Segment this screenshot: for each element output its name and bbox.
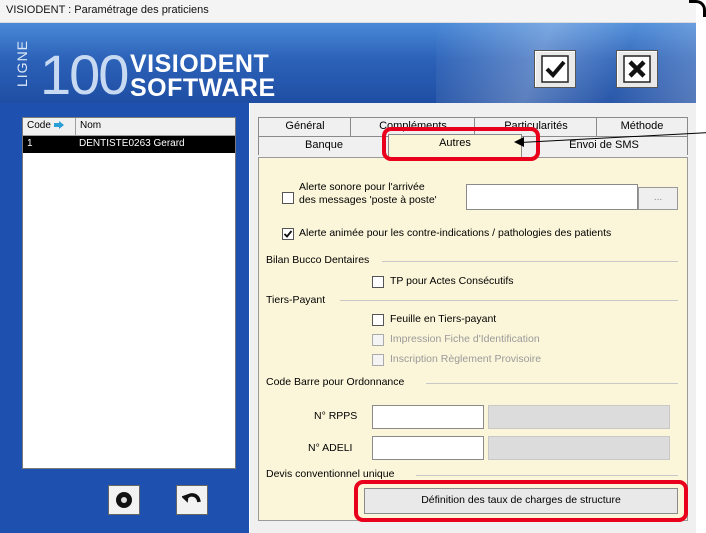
impression-fiche-checkbox: [372, 334, 384, 346]
tiers-group-label: Tiers-Payant: [266, 294, 326, 306]
tab-methode-label: Méthode: [620, 120, 664, 132]
ligne-number: 100: [40, 43, 129, 104]
adeli-input[interactable]: [372, 436, 484, 460]
inscription-reglement-label: Inscription Règlement Provisoire: [390, 353, 542, 365]
list-row[interactable]: 1 DENTISTE0263 Gerard: [23, 136, 235, 153]
feuille-tp-label: Feuille en Tiers-payant: [390, 313, 497, 325]
bilan-group-label: Bilan Bucco Dentaires: [266, 254, 370, 266]
tp-actes-checkbox[interactable]: [372, 276, 384, 288]
sort-icon: [54, 121, 64, 129]
tab-general-label: Général: [285, 120, 325, 132]
brand-line2: SOFTWARE: [130, 74, 276, 102]
close-x-icon: [623, 55, 651, 83]
column-header-nom[interactable]: Nom: [76, 118, 235, 135]
checkmark-icon: [283, 230, 293, 238]
record-button[interactable]: [108, 485, 140, 515]
sound-file-input[interactable]: [466, 184, 638, 210]
ligne-label: LIGNE: [14, 39, 30, 87]
alerte-sonore-label-1: Alerte sonore pour l'arrivée: [299, 181, 425, 193]
ok-button[interactable]: [534, 50, 576, 88]
adeli-barcode-area: [488, 436, 670, 460]
column-code-label: Code: [27, 120, 51, 131]
rpps-input[interactable]: [372, 405, 484, 429]
undo-icon: [182, 493, 201, 503]
browse-button[interactable]: ...: [638, 187, 678, 210]
tab-general[interactable]: Général: [258, 117, 352, 136]
row-name: DENTISTE0263 Gerard: [79, 138, 185, 149]
praticien-list[interactable]: Code Nom 1 DENTISTE0263 Gerard: [22, 117, 236, 469]
tiers-group-line: [340, 300, 678, 301]
alerte-animee-label: Alerte animée pour les contre-indication…: [299, 227, 612, 239]
adeli-label: N° ADELI: [308, 442, 353, 454]
rpps-barcode-area: [488, 405, 670, 429]
close-button[interactable]: [616, 50, 658, 88]
undo-button[interactable]: [176, 485, 208, 515]
rpps-label: N° RPPS: [314, 410, 358, 422]
column-header-code[interactable]: Code: [23, 118, 76, 135]
highlight-definition-button: [354, 480, 688, 522]
tp-actes-label: TP pour Actes Consécutifs: [390, 275, 514, 287]
tab-banque[interactable]: Banque: [258, 136, 390, 155]
record-icon: [116, 492, 132, 508]
devis-group-line: [416, 475, 678, 476]
annotation-arrowhead: [514, 137, 524, 147]
bilan-group-line: [382, 261, 678, 262]
tab-envoi-sms[interactable]: Envoi de SMS: [520, 136, 688, 155]
code-barre-group-line: [426, 383, 678, 384]
alerte-animee-checkbox[interactable]: [282, 228, 294, 240]
browse-button-label: ...: [653, 192, 663, 203]
feuille-tp-checkbox[interactable]: [372, 314, 384, 326]
row-code: 1: [27, 138, 33, 149]
devis-group-label: Devis conventionnel unique: [266, 468, 395, 480]
impression-fiche-label: Impression Fiche d'Identification: [390, 333, 540, 345]
header-banner: LIGNE 100 VISIODENT SOFTWARE: [0, 23, 696, 103]
alerte-sonore-checkbox[interactable]: [282, 192, 294, 204]
tab-envoi-sms-label: Envoi de SMS: [569, 139, 639, 151]
list-header: Code Nom: [23, 118, 235, 136]
code-barre-group-label: Code Barre pour Ordonnance: [266, 376, 405, 388]
inscription-reglement-checkbox: [372, 354, 384, 366]
tab-banque-label: Banque: [305, 139, 343, 151]
alerte-sonore-label-2: des messages 'poste à poste': [299, 194, 437, 206]
check-icon: [541, 55, 569, 83]
column-nom-label: Nom: [80, 120, 102, 131]
window-title: VISIODENT : Paramétrage des praticiens: [6, 4, 209, 16]
corner-decoration: [689, 0, 706, 17]
title-bar: VISIODENT : Paramétrage des praticiens: [0, 0, 696, 23]
